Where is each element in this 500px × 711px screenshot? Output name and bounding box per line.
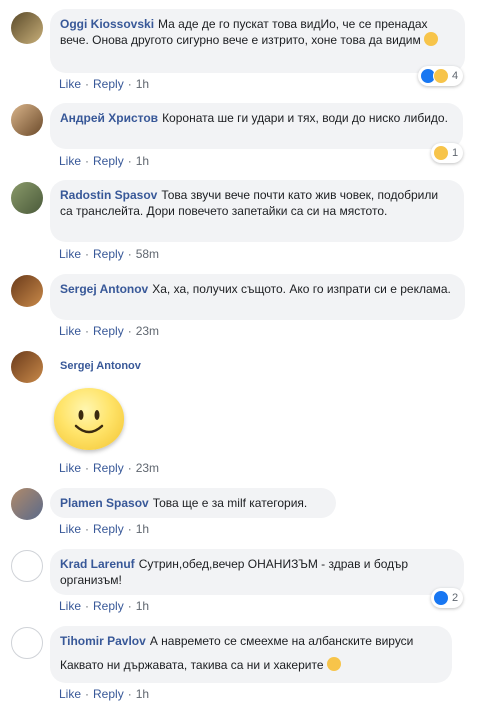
timestamp[interactable]: 1h [136,77,149,91]
like-icon [433,590,449,606]
comment-actions: Like · Reply · 58m [59,247,159,261]
separator: · [85,687,90,701]
comment-bubble: Oggi Kiossovski Ма аде де го пускат това … [50,9,465,73]
reaction-count: 4 [452,70,459,82]
reply-link[interactable]: Reply [93,522,124,536]
haha-icon [433,145,449,161]
separator: · [85,324,90,338]
avatar[interactable] [11,488,43,520]
separator: · [127,522,132,536]
haha-icon [433,68,449,84]
comment-author[interactable]: Tihomir Pavlov [60,634,146,648]
separator: · [127,77,132,91]
timestamp[interactable]: 23m [136,461,159,475]
timestamp[interactable]: 58m [136,247,159,261]
comment-text: Това ще е за milf категория. [152,496,308,510]
separator: · [127,687,132,701]
separator: · [127,324,132,338]
reply-link[interactable]: Reply [93,687,124,701]
reaction-summary[interactable]: 4 [418,66,464,86]
avatar[interactable] [11,182,43,214]
comment-author[interactable]: Sergej Antonov [60,282,148,296]
like-link[interactable]: Like [59,324,81,338]
reply-link[interactable]: Reply [93,599,124,613]
separator: · [85,522,90,536]
comment-text: Короната ше ги удари и тях, води до ниск… [162,111,448,125]
comment-text-line2: Каквато ни държавата, такива са ни и хак… [60,658,324,672]
like-link[interactable]: Like [59,687,81,701]
comment-author[interactable]: Oggi Kiossovski [60,17,154,31]
like-link[interactable]: Like [59,599,81,613]
separator: · [127,461,132,475]
reply-link[interactable]: Reply [93,324,124,338]
avatar[interactable] [11,627,43,659]
comment-bubble: Radostin Spasov Това звучи вече почти кат… [50,180,464,242]
comment-actions: Like · Reply · 1h [59,599,149,613]
reaction-count: 1 [452,147,459,159]
timestamp[interactable]: 1h [136,522,149,536]
avatar[interactable] [11,12,43,44]
separator: · [85,599,90,613]
separator: · [85,247,90,261]
comment-author[interactable]: Plamen Spasov [60,496,149,510]
like-link[interactable]: Like [59,522,81,536]
comment-bubble: Андрей Христов Короната ше ги удари и тях… [50,103,463,149]
comment-bubble: Plamen Spasov Това ще е за milf категория… [50,488,336,518]
like-link[interactable]: Like [59,247,81,261]
reaction-count: 2 [452,592,459,604]
comment-actions: Like · Reply · 1h [59,77,149,91]
comment-author[interactable]: Sergej Antonov [60,360,141,372]
separator: · [85,461,90,475]
separator: · [127,247,132,261]
avatar[interactable] [11,104,43,136]
comment-actions: Like · Reply · 1h [59,154,149,168]
separator: · [85,154,90,168]
comment-author[interactable]: Krad Larenuf [60,557,135,571]
comment-bubble: Sergej Antonov Ха, ха, получих същото. Ак… [50,274,465,320]
avatar[interactable] [11,351,43,383]
comment-author[interactable]: Андрей Христов [60,111,158,125]
comment-bubble: Krad Larenuf Сутрин,обед,вечер ОНАНИЗЪМ -… [50,549,464,595]
avatar[interactable] [11,275,43,307]
like-link[interactable]: Like [59,154,81,168]
reply-link[interactable]: Reply [93,461,124,475]
smiley-face-icon [74,410,104,434]
timestamp[interactable]: 1h [136,599,149,613]
timestamp[interactable]: 23m [136,324,159,338]
comment-author[interactable]: Radostin Spasov [60,188,157,202]
reply-link[interactable]: Reply [93,247,124,261]
like-link[interactable]: Like [59,77,81,91]
comment-text: Ха, ха, получих същото. Ако го изпрати с… [152,282,451,296]
comment-actions: Like · Reply · 23m [59,324,159,338]
separator: · [127,599,132,613]
smirk-emoji [424,32,439,46]
timestamp[interactable]: 1h [136,687,149,701]
smiley-sticker [54,388,124,450]
grin-emoji [326,657,341,671]
reply-link[interactable]: Reply [93,77,124,91]
reaction-summary[interactable]: 2 [431,588,464,608]
avatar[interactable] [11,550,43,582]
reply-link[interactable]: Reply [93,154,124,168]
like-link[interactable]: Like [59,461,81,475]
separator: · [127,154,132,168]
timestamp[interactable]: 1h [136,154,149,168]
comment-actions: Like · Reply · 1h [59,687,149,701]
comment-actions: Like · Reply · 1h [59,522,149,536]
comment-bubble: Tihomir Pavlov А навремето се смеехме на … [50,626,452,683]
separator: · [85,77,90,91]
reaction-summary[interactable]: 1 [431,143,464,163]
comment-text: А навремето се смеехме на албанските вир… [149,634,414,648]
comment-actions: Like · Reply · 23m [59,461,159,475]
